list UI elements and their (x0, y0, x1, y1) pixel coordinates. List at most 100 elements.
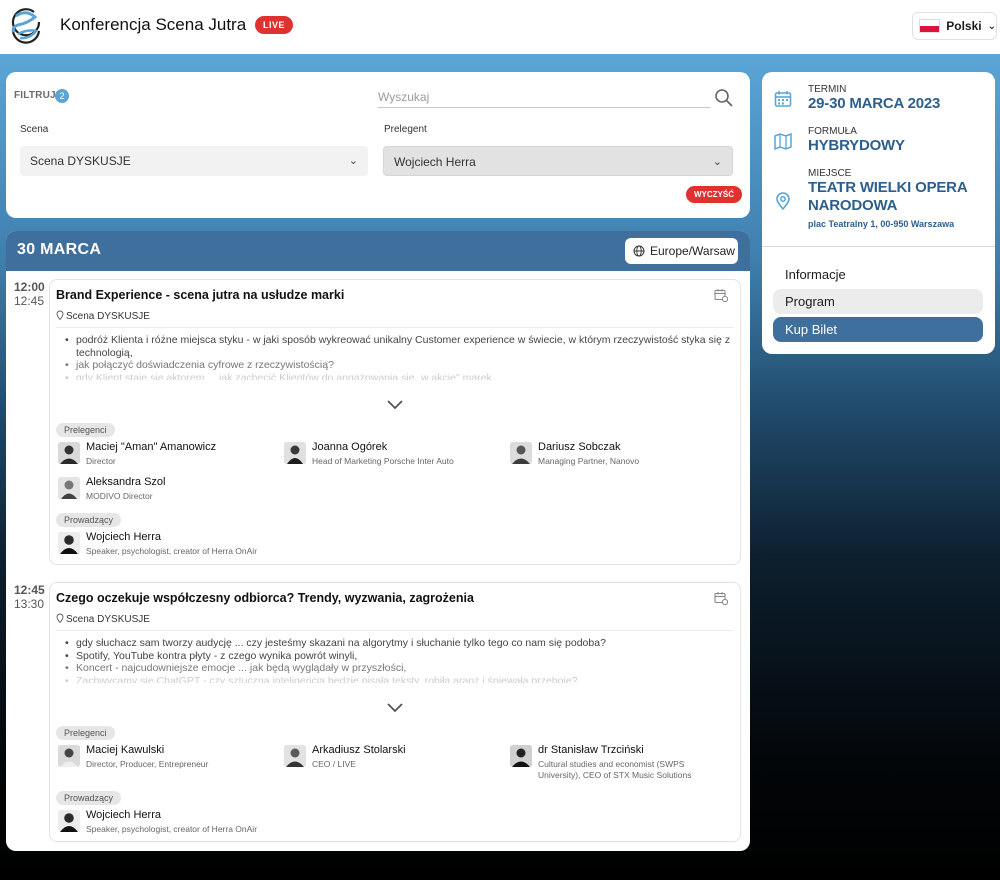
avatar (284, 745, 306, 767)
day-header: 30 MARCA Europe/Warsaw (6, 231, 750, 271)
date-caption: TERMIN (808, 84, 847, 95)
language-selector[interactable]: Polski ⌄ (912, 12, 997, 40)
speaker-role: Cultural studies and economist (SWPS Uni… (538, 759, 692, 780)
speaker-card[interactable]: Dariusz Sobczak Managing Partner, Nanovo (510, 440, 730, 470)
session-description: podróż Klienta i różne miejsca styku - w… (64, 334, 734, 380)
nav-item-informacje[interactable]: Informacje (773, 262, 983, 287)
speaker-card[interactable]: dr Stanisław Trzciński Cultural studies … (510, 743, 736, 780)
venue-address: plac Teatralny 1, 00-950 Warszawa (808, 219, 955, 229)
session-end-time: 13:30 (14, 597, 45, 611)
speaker-role: Director, Producer, Entrepreneur (86, 759, 209, 769)
host-card[interactable]: Wojciech Herra Speaker, psychologist, cr… (58, 530, 358, 560)
session-title[interactable]: Brand Experience - scena jutra na usłudz… (56, 288, 344, 302)
avatar (58, 745, 80, 767)
speakers-badge: Prelegenci (56, 726, 115, 740)
divider (762, 246, 995, 247)
top-bar: Konferencja Scena Jutra LIVE Polski ⌄ (0, 0, 1000, 54)
clear-filters-button[interactable]: WYCZYŚĆ (686, 186, 742, 203)
filter-label: FILTRUJ (14, 90, 56, 101)
buy-ticket-button[interactable]: Kup Bilet (773, 317, 983, 342)
poland-flag-icon (919, 19, 941, 33)
avatar (58, 810, 80, 832)
speaker-select[interactable]: Wojciech Herra ⌄ (383, 146, 733, 176)
speaker-card[interactable]: Joanna Ogórek Head of Marketing Porsche … (284, 440, 504, 470)
search-bar (378, 86, 738, 110)
speaker-name: Aleksandra Szol (86, 476, 166, 488)
speaker-card[interactable]: Arkadiusz Stolarski CEO / LIVE (284, 743, 504, 773)
chevron-down-icon: ⌄ (987, 20, 996, 32)
description-item: gdy Klient staje się aktorem ... jak zac… (64, 372, 734, 380)
speaker-role: Head of Marketing Porsche Inter Auto (312, 456, 454, 466)
expand-chevron-icon[interactable] (386, 701, 404, 713)
expand-chevron-icon[interactable] (386, 398, 404, 410)
map-icon (774, 132, 792, 150)
speaker-name: dr Stanisław Trzciński (538, 744, 644, 756)
session-end-time: 12:45 (14, 294, 45, 308)
timezone-button[interactable]: Europe/Warsaw (625, 238, 738, 264)
session-card[interactable]: Brand Experience - scena jutra na usłudz… (49, 279, 741, 565)
session-card[interactable]: Czego oczekuje współczesny odbiorca? Tre… (49, 582, 741, 842)
speaker-select-value: Wojciech Herra (394, 155, 476, 169)
speakers-badge: Prelegenci (56, 423, 115, 437)
avatar (58, 442, 80, 464)
globe-icon (633, 245, 645, 257)
stage-select[interactable]: Scena DYSKUSJE ⌄ (20, 146, 368, 176)
timezone-label: Europe/Warsaw (650, 244, 735, 258)
description-item: podróż Klienta i różne miejsca styku - w… (64, 334, 734, 359)
location-pin-icon (56, 613, 64, 623)
format-caption: FORMUŁA (808, 126, 857, 137)
host-card[interactable]: Wojciech Herra Speaker, psychologist, cr… (58, 808, 358, 838)
session-stage: Scena DYSKUSJE (56, 613, 150, 625)
format-value: HYBRYDOWY (808, 137, 905, 154)
location-pin-icon (56, 310, 64, 320)
avatar (284, 442, 306, 464)
speaker-card[interactable]: Maciej "Aman" Amanowicz Director (58, 440, 278, 470)
search-input[interactable] (378, 86, 710, 108)
speaker-card[interactable]: Aleksandra Szol MODIVO Director (58, 475, 278, 505)
avatar (510, 745, 532, 767)
session-title[interactable]: Czego oczekuje współczesny odbiorca? Tre… (56, 591, 474, 605)
search-icon[interactable] (714, 88, 734, 108)
add-to-calendar-icon[interactable] (714, 288, 728, 302)
session-stage: Scena DYSKUSJE (56, 310, 150, 322)
avatar (58, 477, 80, 499)
filter-panel: FILTRUJ 2 Scena Scena DYSKUSJE ⌄ Prelege… (6, 72, 750, 218)
filter-count-badge: 2 (55, 89, 69, 103)
live-badge: LIVE (255, 16, 294, 34)
stage-select-value: Scena DYSKUSJE (30, 154, 131, 168)
speaker-name: Arkadiusz Stolarski (312, 744, 406, 756)
description-item: gdy słuchacz sam tworzy audycję ... czy … (64, 637, 734, 650)
stage-filter-label: Scena (20, 124, 49, 135)
session-start-time: 12:00 (14, 280, 45, 294)
venue-name-line2: NARODOWA (808, 197, 898, 214)
nav-item-program[interactable]: Program (773, 289, 983, 314)
add-to-calendar-icon[interactable] (714, 591, 728, 605)
speaker-card[interactable]: Maciej Kawulski Director, Producer, Entr… (58, 743, 278, 773)
chevron-down-icon: ⌄ (712, 156, 722, 168)
logo-icon[interactable] (8, 7, 44, 45)
speaker-filter-label: Prelegent (384, 124, 427, 135)
session-stage-name: Scena DYSKUSJE (66, 614, 150, 625)
divider (56, 327, 734, 328)
description-item: Zachwycamy się ChatGPT - czy sztuczna in… (64, 675, 734, 683)
divider (56, 630, 734, 631)
session-description: gdy słuchacz sam tworzy audycję ... czy … (64, 637, 734, 683)
host-role: Speaker, psychologist, creator of Herra … (86, 824, 258, 834)
speaker-role: MODIVO Director (86, 491, 153, 501)
avatar (58, 532, 80, 554)
hosts-badge: Prowadzący (56, 791, 122, 805)
location-pin-icon (776, 192, 790, 210)
host-name: Wojciech Herra (86, 531, 161, 543)
host-name: Wojciech Herra (86, 809, 161, 821)
host-role: Speaker, psychologist, creator of Herra … (86, 546, 258, 556)
app-title: Konferencja Scena Jutra (60, 15, 247, 34)
session-start-time: 12:45 (14, 583, 45, 597)
hosts-badge: Prowadzący (56, 513, 122, 527)
speaker-name: Maciej "Aman" Amanowicz (86, 441, 217, 453)
speaker-name: Maciej Kawulski (86, 744, 165, 756)
session-stage-name: Scena DYSKUSJE (66, 311, 150, 322)
venue-caption: MIEJSCE (808, 168, 852, 179)
speaker-role: Managing Partner, Nanovo (538, 456, 640, 466)
event-info-card: TERMIN 29-30 MARCA 2023 FORMUŁA HYBRYDOW… (762, 72, 995, 354)
speaker-name: Joanna Ogórek (312, 441, 388, 453)
